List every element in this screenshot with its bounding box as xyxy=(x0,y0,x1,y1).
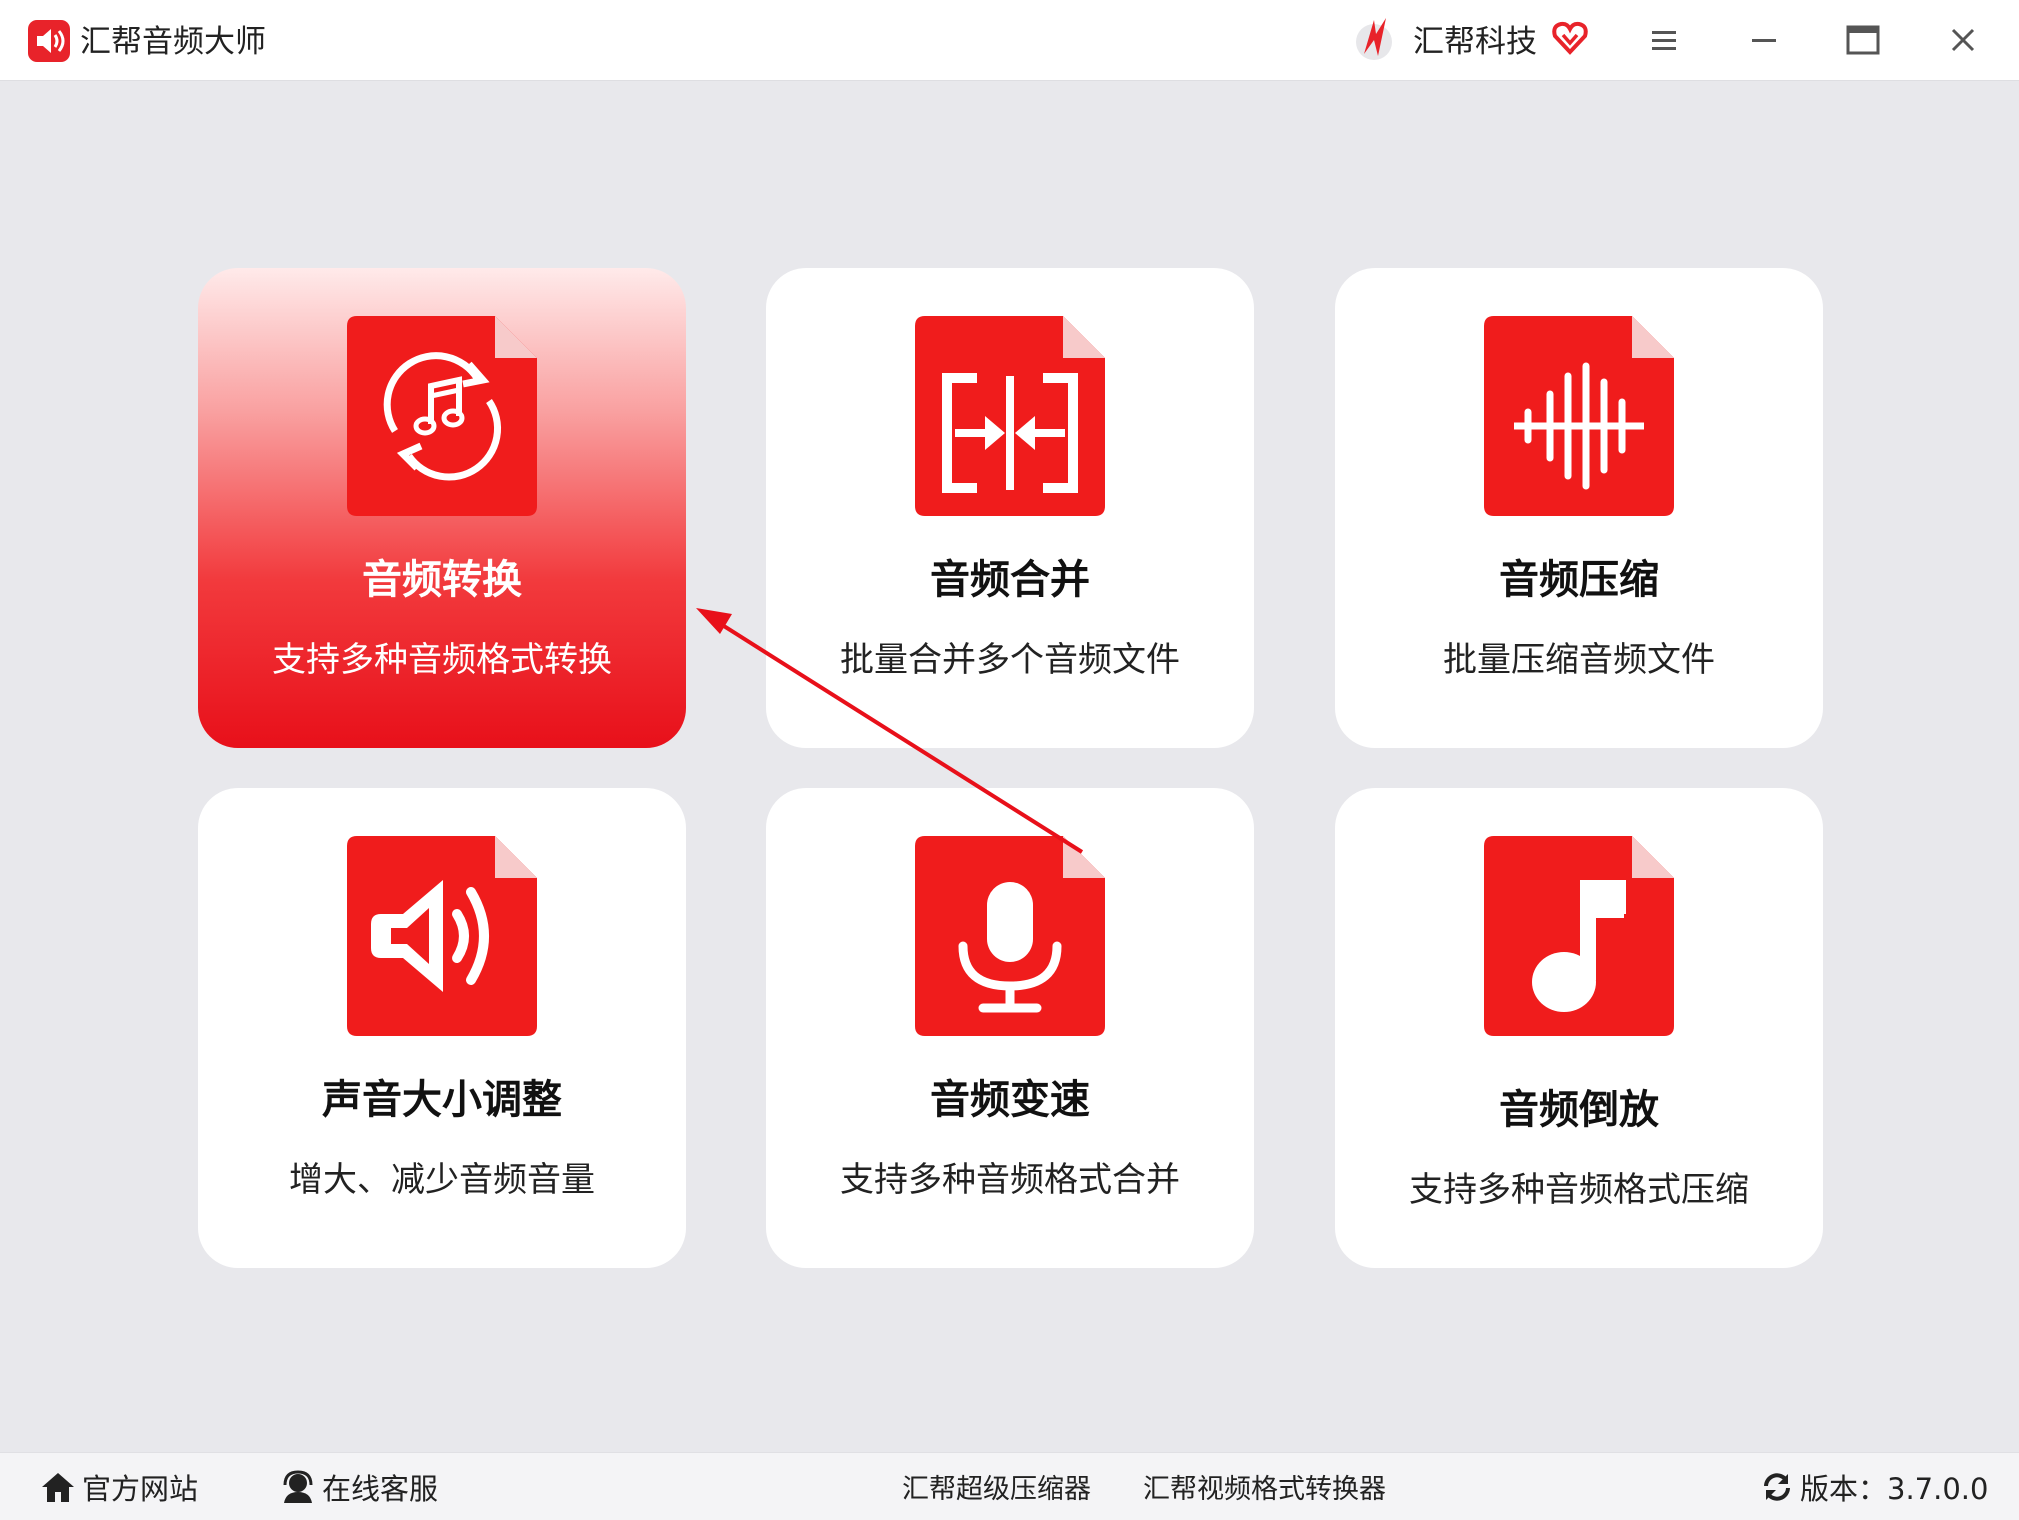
audio-convert-icon xyxy=(347,316,537,516)
card-desc: 批量压缩音频文件 xyxy=(1443,640,1715,680)
annotation-arrow xyxy=(696,608,1084,854)
card-audio-compress[interactable]: 音频压缩 批量压缩音频文件 xyxy=(1335,268,1823,748)
website-label: 官方网站 xyxy=(82,1471,199,1506)
card-title: 音频压缩 xyxy=(1499,557,1659,603)
support-icon xyxy=(283,1469,313,1503)
refresh-icon xyxy=(1764,1472,1790,1501)
card-title: 音频转换 xyxy=(362,557,522,603)
card-desc: 支持多种音频格式转换 xyxy=(272,640,612,680)
card-title: 声音大小调整 xyxy=(322,1077,562,1123)
support-link[interactable]: 在线客服 xyxy=(280,1453,438,1520)
home-icon xyxy=(42,1472,74,1502)
card-audio-convert[interactable]: 音频转换 支持多种音频格式转换 xyxy=(198,268,686,748)
bottom-bar: 官方网站 在线客服 汇帮超级压缩器 汇帮视频格式转换器 版本：3.7.0.0 xyxy=(0,1452,2019,1520)
version-info[interactable]: 版本：3.7.0.0 xyxy=(1760,1453,1988,1520)
card-desc: 支持多种音频格式合并 xyxy=(840,1160,1180,1200)
brand-logo xyxy=(1356,18,1392,60)
music-note-icon xyxy=(1484,836,1674,1036)
brand-name: 汇帮科技 xyxy=(1413,24,1537,60)
minimize-icon[interactable] xyxy=(1734,15,1794,65)
card-desc: 批量合并多个音频文件 xyxy=(840,640,1180,680)
card-title: 音频倒放 xyxy=(1499,1087,1659,1133)
card-volume-adjust[interactable]: 声音大小调整 增大、减少音频音量 xyxy=(198,788,686,1268)
speaker-icon xyxy=(28,20,70,62)
menu-icon[interactable] xyxy=(1634,15,1694,65)
card-title: 音频变速 xyxy=(930,1077,1090,1123)
video-converter-label: 汇帮视频格式转换器 xyxy=(1143,1474,1386,1505)
volume-icon xyxy=(347,836,537,1036)
close-icon[interactable] xyxy=(1933,15,1993,65)
app-title: 汇帮音频大师 xyxy=(80,24,266,60)
audio-compress-icon xyxy=(1484,316,1674,516)
card-title: 音频合并 xyxy=(930,557,1090,603)
title-bar: 汇帮音频大师 汇帮科技 xyxy=(0,0,2019,81)
card-audio-reverse[interactable]: 音频倒放 支持多种音频格式压缩 xyxy=(1335,788,1823,1268)
microphone-icon xyxy=(915,836,1105,1036)
compressor-label: 汇帮超级压缩器 xyxy=(902,1474,1091,1505)
audio-merge-icon xyxy=(915,316,1105,516)
version-label: 版本：3.7.0.0 xyxy=(1800,1471,1989,1506)
website-link[interactable]: 官方网站 xyxy=(40,1453,198,1520)
compressor-link[interactable]: 汇帮超级压缩器 xyxy=(902,1453,1091,1520)
vip-heart-icon[interactable] xyxy=(1550,18,1590,58)
support-label: 在线客服 xyxy=(322,1471,439,1506)
card-audio-merge[interactable]: 音频合并 批量合并多个音频文件 xyxy=(766,268,1254,748)
card-desc: 支持多种音频格式压缩 xyxy=(1409,1170,1749,1210)
card-audio-speed[interactable]: 音频变速 支持多种音频格式合并 xyxy=(766,788,1254,1268)
video-converter-link[interactable]: 汇帮视频格式转换器 xyxy=(1143,1453,1386,1520)
card-desc: 增大、减少音频音量 xyxy=(289,1160,595,1200)
maximize-icon[interactable] xyxy=(1833,15,1893,65)
